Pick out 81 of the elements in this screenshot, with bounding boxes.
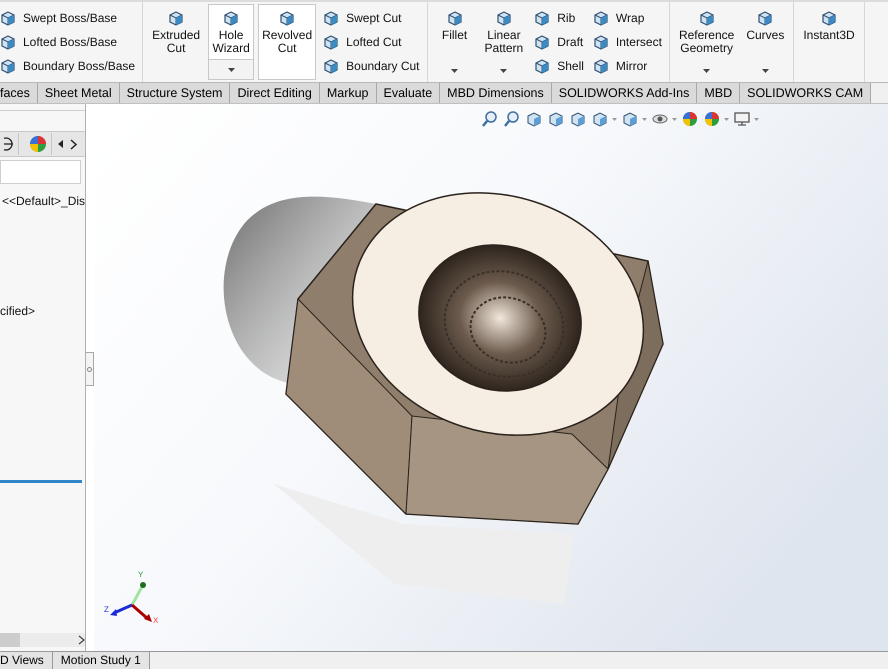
tree-item[interactable]: cified> xyxy=(0,304,85,318)
block-icon xyxy=(322,57,340,75)
ribbon-button[interactable]: Lofted Cut xyxy=(320,33,422,51)
block-icon xyxy=(533,9,552,27)
ribbon-button[interactable]: Swept Cut xyxy=(320,9,422,27)
monitor-button[interactable] xyxy=(733,110,759,128)
ribbon-button[interactable]: Linear Pattern xyxy=(480,4,528,80)
block-icon xyxy=(0,33,17,51)
command-tab[interactable]: SOLIDWORKS CAM xyxy=(740,83,872,103)
command-tab[interactable]: Direct Editing xyxy=(230,83,320,103)
command-tab[interactable]: MBD Dimensions xyxy=(440,83,552,103)
command-tab[interactable]: Sheet Metal xyxy=(38,83,120,103)
bottom-tab[interactable]: Motion Study 1 xyxy=(52,652,150,669)
color-ball-icon xyxy=(29,135,47,153)
color-wheel-icon xyxy=(681,110,699,128)
block-icon xyxy=(756,9,774,27)
color-wheel-button[interactable] xyxy=(681,110,699,128)
block-icon xyxy=(0,9,17,27)
scroll-right-icon[interactable] xyxy=(70,138,77,150)
display-style-button[interactable] xyxy=(621,110,647,128)
block-icon xyxy=(278,9,296,27)
tree-item[interactable]: <<Default>_Dis xyxy=(2,194,85,208)
ribbon-button[interactable]: Fillet xyxy=(432,4,477,80)
ribbon-button[interactable]: Lofted Boss/Base xyxy=(0,33,138,51)
command-tab[interactable]: faces xyxy=(0,83,38,103)
zoom-area-button[interactable] xyxy=(503,110,521,128)
ribbon-button[interactable]: Swept Boss/Base xyxy=(0,9,138,27)
block-icon xyxy=(0,57,17,75)
block-icon xyxy=(322,9,340,27)
caret-icon xyxy=(228,68,235,72)
scroll-right-icon[interactable] xyxy=(78,635,85,645)
caret-icon xyxy=(451,69,458,73)
caret-icon xyxy=(642,118,647,120)
horizontal-scrollbar[interactable] xyxy=(0,633,85,647)
ribbon-button[interactable]: Instant3D xyxy=(799,4,859,80)
ribbon-button[interactable]: Rib xyxy=(531,9,586,27)
block-icon xyxy=(698,9,716,27)
zoom-to-fit-icon xyxy=(481,110,499,128)
filter-field[interactable] xyxy=(0,160,81,184)
splitter-handle[interactable] xyxy=(86,352,94,386)
ribbon-button[interactable]: Shell xyxy=(531,57,586,75)
caret-icon xyxy=(612,118,617,120)
command-tab[interactable]: SOLIDWORKS Add-Ins xyxy=(552,83,698,103)
ribbon-button[interactable]: Extruded Cut xyxy=(148,4,204,80)
monitor-icon xyxy=(733,110,751,128)
block-icon xyxy=(820,9,838,27)
block-icon xyxy=(592,57,610,75)
caret-icon xyxy=(762,69,769,73)
block-icon xyxy=(533,57,552,75)
ribbon-button[interactable]: Reference Geometry xyxy=(674,4,738,80)
caret-icon xyxy=(703,69,710,73)
ribbon-button[interactable]: Boundary Boss/Base xyxy=(0,57,138,75)
command-tab[interactable]: Markup xyxy=(320,83,377,103)
ribbon-button[interactable]: Wrap xyxy=(590,9,664,27)
block-icon xyxy=(592,9,610,27)
ribbon-button[interactable]: Boundary Cut xyxy=(320,57,422,75)
caret-icon xyxy=(672,118,677,120)
block-icon xyxy=(322,33,340,51)
block-icon xyxy=(222,9,240,27)
block-icon xyxy=(592,33,610,51)
zoom-area-icon xyxy=(503,110,521,128)
block-icon xyxy=(446,9,464,27)
caret-icon xyxy=(754,118,759,120)
caret-icon xyxy=(724,118,729,120)
command-tab[interactable]: MBD xyxy=(697,83,740,103)
ribbon-button[interactable]: Intersect xyxy=(590,33,664,51)
cube-button[interactable] xyxy=(591,110,617,128)
command-tab[interactable]: Evaluate xyxy=(376,83,440,103)
axis-triad-drawing: Y Z X xyxy=(102,567,166,627)
ribbon-button[interactable]: Revolved Cut xyxy=(258,4,316,80)
zoom-to-fit-button[interactable] xyxy=(481,110,499,128)
block-icon xyxy=(494,9,513,27)
caret-icon xyxy=(500,69,508,73)
ribbon-button[interactable]: Mirror xyxy=(590,57,664,75)
bottom-tab[interactable]: D Views xyxy=(0,652,53,669)
ribbon-button[interactable]: Curves xyxy=(742,4,788,80)
scroll-left-icon[interactable] xyxy=(58,140,64,148)
block-icon xyxy=(167,9,186,27)
ribbon-button[interactable]: Draft xyxy=(531,33,586,51)
block-icon xyxy=(533,33,552,51)
command-tab[interactable]: Structure System xyxy=(120,83,230,103)
